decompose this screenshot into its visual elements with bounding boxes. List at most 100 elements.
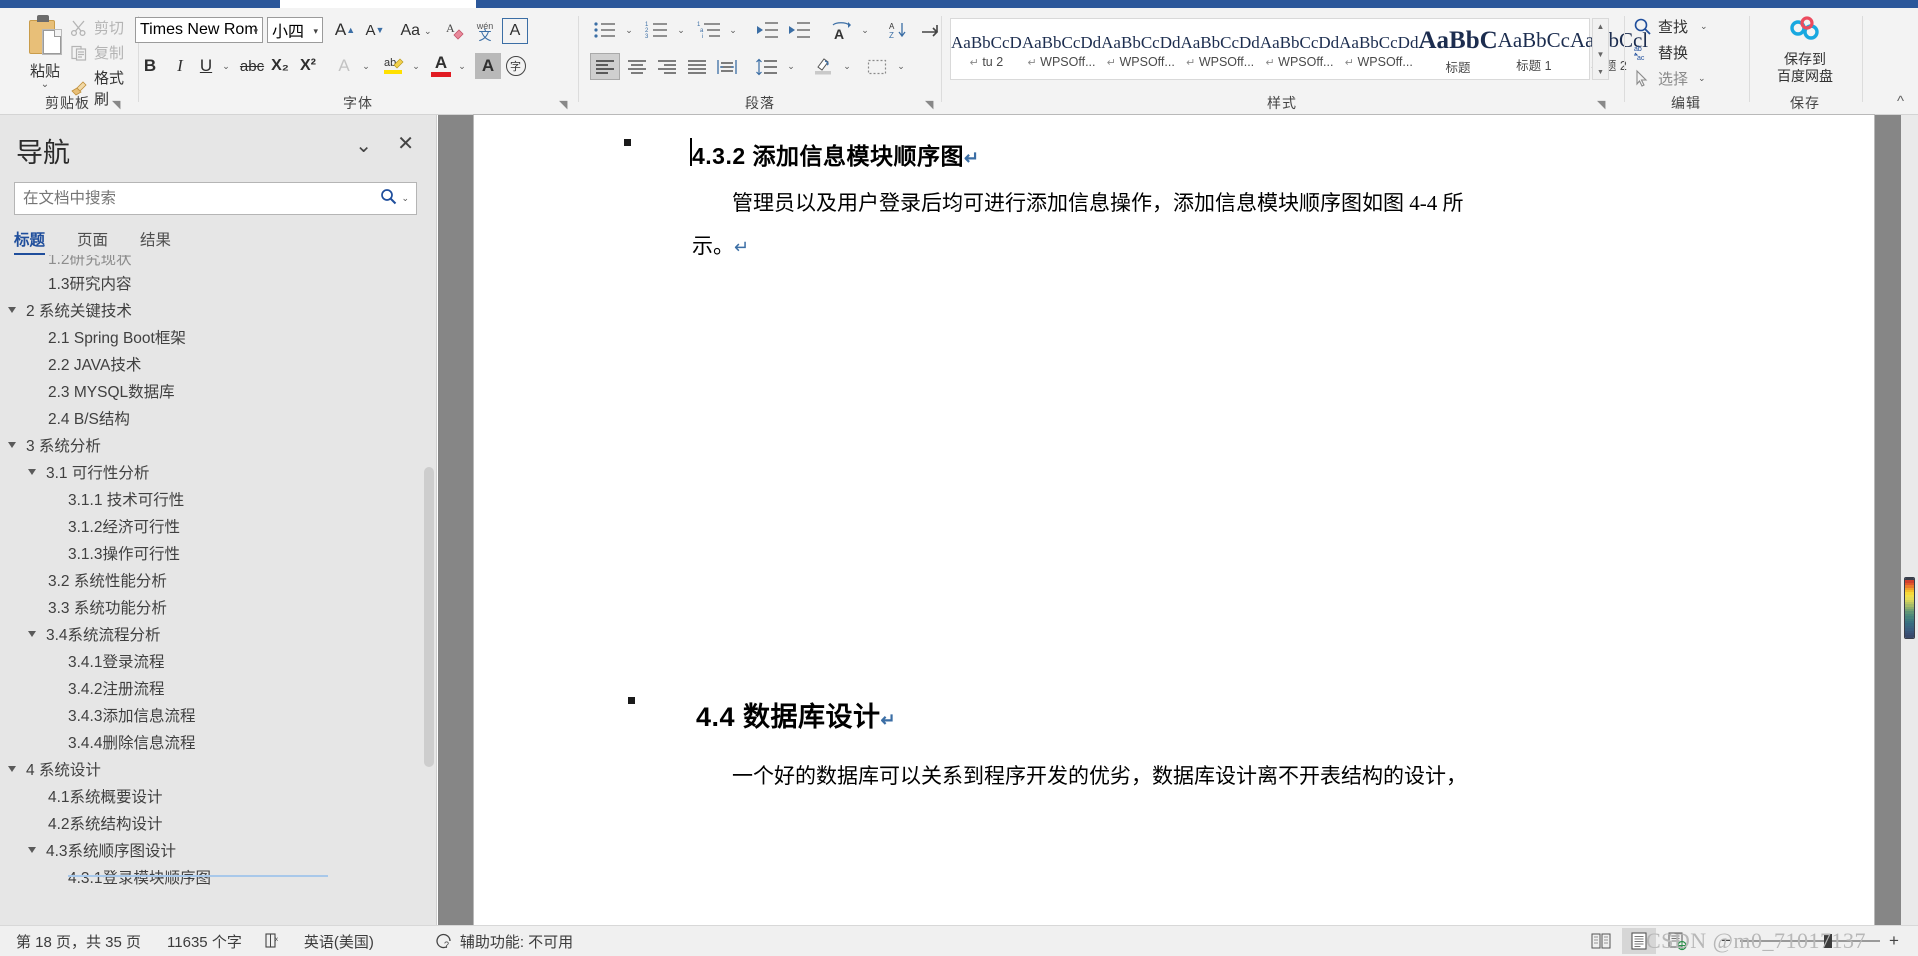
word-count[interactable]: 11635 个字 [167,931,242,952]
align-left-button[interactable] [590,53,620,80]
styles-gallery-scrollbar[interactable]: ▲ ▼ ▼ [1592,18,1609,80]
numbering-caret-icon[interactable]: ⌄ [672,19,690,41]
style-preview-item[interactable]: AaBbCcDd ↵ WPSOff... [1180,19,1259,79]
font-color-caret-icon[interactable]: ⌄ [453,55,471,77]
styles-gallery[interactable]: AaBbCcD ↵ tu 2 AaBbCcDd ↵ WPSOff... AaBbCcDd… [950,18,1648,80]
proofing-status-button[interactable]: x [264,932,282,950]
font-name-box[interactable]: Times New Rom ▾ [135,17,263,43]
triangle-expanded-icon[interactable] [8,441,16,448]
superscript-button[interactable]: X² [295,53,321,79]
navigation-heading-item[interactable]: 3.3 系统功能分析 [0,593,437,620]
styles-scroll-up-button[interactable]: ▲ [1593,19,1608,34]
navigation-heading-item[interactable]: 4.2系统结构设计 [0,809,437,836]
clear-formatting-button[interactable]: A [442,18,470,44]
decrease-indent-button[interactable] [752,17,782,43]
asian-layout-button[interactable]: A [826,17,856,43]
multilevel-caret-icon[interactable]: ⌄ [724,19,742,41]
style-preview-item[interactable]: AaBbCcDd ↵ WPSOff... [1260,19,1339,79]
line-spacing-button[interactable] [752,53,782,80]
paragraph-shading-caret-icon[interactable]: ⌄ [838,55,856,77]
navigation-heading-item[interactable]: 4.3系统顺序图设计 [0,836,437,863]
navigation-tab-2[interactable]: 结果 [140,228,171,255]
navigation-heading-item[interactable]: 4 系统设计 [0,755,437,782]
navigation-tab-0[interactable]: 标题 [14,228,46,255]
navigation-heading-item[interactable]: 3.1.2经济可行性 [0,512,437,539]
style-preview-item[interactable]: AaBbCcD ↵ tu 2 [951,19,1022,79]
borders-button[interactable] [862,53,892,80]
style-preview-item[interactable]: AaBbC 标题 [1418,19,1497,79]
navigation-heading-item[interactable]: 1.2研究现状 [0,255,437,269]
search-input[interactable] [15,183,377,214]
document-text-line[interactable]: 4.4 数据库设计↵ [696,695,896,734]
paragraph-shading-button[interactable] [808,52,838,80]
navigation-heading-item[interactable]: 3.1.3操作可行性 [0,539,437,566]
shrink-font-button[interactable]: A ▼ [362,18,388,42]
font-size-box[interactable]: 小四 ▾ [267,17,323,43]
style-preview-item[interactable]: AaBbCcDd ↵ WPSOff... [1022,19,1101,79]
font-name-caret-icon[interactable]: ▾ [253,26,258,37]
find-button[interactable]: 查找 ⌄ [1633,16,1708,37]
navigation-heading-item[interactable]: 2.3 MYSQL数据库 [0,377,437,404]
select-caret-icon[interactable]: ⌄ [1698,73,1706,84]
increase-indent-button[interactable] [784,17,814,43]
navigation-heading-item[interactable]: 3.4.1登录流程 [0,647,437,674]
asian-layout-caret-icon[interactable]: ⌄ [856,19,874,41]
styles-dialog-launcher-icon[interactable]: ◥ [1597,98,1605,111]
phonetic-guide-button[interactable]: wén 文 [471,18,499,44]
navigation-heading-item[interactable]: 2.2 JAVA技术 [0,350,437,377]
font-dialog-launcher-icon[interactable]: ◥ [559,98,567,111]
navigation-heading-item[interactable]: 2 系统关键技术 [0,296,437,323]
distribute-button[interactable] [712,53,742,80]
read-mode-button[interactable] [1584,928,1618,954]
text-highlight-button[interactable]: ab [379,50,409,80]
navigation-heading-item[interactable]: 3 系统分析 [0,431,437,458]
highlight-caret-icon[interactable]: ⌄ [407,55,425,77]
triangle-expanded-icon[interactable] [28,846,36,853]
text-shading-button[interactable]: A [475,53,501,79]
text-effects-button[interactable]: A [331,53,357,79]
show-formatting-marks-button[interactable] [916,17,944,43]
strikethrough-button[interactable]: abc [237,53,267,79]
clipboard-dialog-launcher-icon[interactable]: ◥ [112,98,120,111]
navigation-scrollbar-thumb[interactable] [424,467,434,767]
navigation-heading-item[interactable]: 3.1 可行性分析 [0,458,437,485]
search-options-caret-icon[interactable]: ⌄ [399,193,416,204]
navigation-heading-item[interactable]: 1.3研究内容 [0,269,437,296]
document-text-line[interactable]: 4.3.2 添加信息模块顺序图↵ [692,137,980,171]
navigation-tab-1[interactable]: 页面 [77,228,108,255]
document-page[interactable]: 4.3.2 添加信息模块顺序图↵ 管理员以及用户登录后均可进行添加信息操作，添加信… [474,115,1874,925]
align-center-button[interactable] [622,53,652,80]
style-preview-item[interactable]: AaBbCcDd ↵ WPSOff... [1339,19,1418,79]
document-text-line[interactable]: 管理员以及用户登录后均可进行添加信息操作，添加信息模块顺序图如图 4-4 所 [732,187,1464,217]
line-spacing-caret-icon[interactable]: ⌄ [782,55,800,77]
document-scroll-heatmap[interactable] [1904,577,1915,639]
enclose-character-button[interactable]: 字 [503,53,529,79]
sort-button[interactable]: A Z [884,17,914,43]
language-button[interactable]: 英语(美国) [304,931,374,952]
paste-button[interactable]: 粘贴 ⌄ [14,14,76,90]
document-text-line[interactable]: 示。↵ [692,230,749,260]
align-right-button[interactable] [652,53,682,80]
search-icon[interactable] [376,188,399,210]
navigation-heading-item[interactable]: 3.4.3添加信息流程 [0,701,437,728]
borders-caret-icon[interactable]: ⌄ [892,55,910,77]
copy-button[interactable]: 复制 [70,42,124,63]
text-effects-caret-icon[interactable]: ⌄ [357,55,375,77]
justify-button[interactable] [682,53,712,80]
accessibility-button[interactable]: ? 辅助功能: 不可用 [434,931,573,952]
triangle-expanded-icon[interactable] [8,765,16,772]
navigation-heading-item[interactable]: 3.1.1 技术可行性 [0,485,437,512]
navigation-heading-list[interactable]: 1.2研究现状 1.3研究内容 2 系统关键技术 2.1 Spring Boot框架 2… [0,255,437,925]
font-color-button[interactable]: A [427,50,455,80]
grow-font-button[interactable]: A ▲ [332,18,358,42]
navigation-heading-item[interactable]: 3.2 系统性能分析 [0,566,437,593]
document-text-line[interactable]: 一个好的数据库可以关系到程序开发的优劣，数据库设计离不开表结构的设计， [732,760,1467,790]
bold-button[interactable]: B [137,53,163,79]
paragraph-dialog-launcher-icon[interactable]: ◥ [925,98,933,111]
italic-button[interactable]: I [167,53,193,79]
document-scrollbar[interactable] [1901,115,1918,925]
paste-caret-icon[interactable]: ⌄ [14,80,76,90]
underline-caret-icon[interactable]: ⌄ [217,55,235,77]
character-border-button[interactable]: A [502,18,528,44]
navigation-close-button[interactable]: ✕ [397,131,414,156]
